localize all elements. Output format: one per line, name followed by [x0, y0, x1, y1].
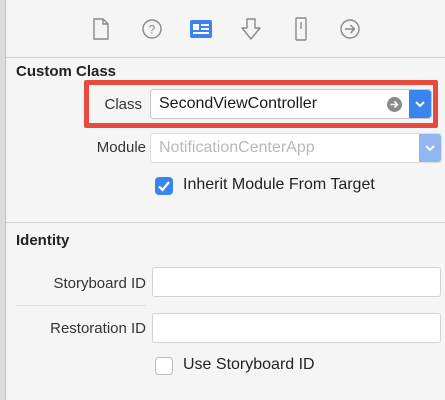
- connections-icon[interactable]: [335, 14, 365, 44]
- use-storyboard-id-label: Use Storyboard ID: [183, 356, 315, 373]
- module-placeholder: NotificationCenterApp: [159, 139, 315, 156]
- storyboard-id-label: Storyboard ID: [53, 275, 146, 292]
- attributes-icon[interactable]: [236, 14, 266, 44]
- chevron-down-icon: [425, 145, 435, 152]
- module-field[interactable]: NotificationCenterApp: [150, 133, 442, 163]
- use-storyboard-id-checkbox[interactable]: [155, 357, 173, 375]
- restoration-id-label: Restoration ID: [50, 320, 146, 337]
- inspector-toolbar: ?: [6, 0, 445, 58]
- highlight-box: [84, 80, 438, 128]
- section-divider: [6, 222, 445, 223]
- svg-text:?: ?: [149, 23, 156, 37]
- inherit-module-label: Inherit Module From Target: [183, 176, 375, 193]
- restoration-id-input[interactable]: [152, 313, 441, 343]
- help-icon[interactable]: ?: [137, 14, 167, 44]
- checkmark-icon: [158, 181, 170, 192]
- size-icon[interactable]: [286, 14, 316, 44]
- file-icon[interactable]: [86, 14, 116, 44]
- inherit-module-checkbox[interactable]: [155, 177, 173, 195]
- panel-edge: [0, 0, 6, 400]
- module-label: Module: [96, 139, 146, 156]
- custom-class-title: Custom Class: [16, 63, 117, 80]
- identity-title: Identity: [16, 232, 70, 249]
- storyboard-id-input[interactable]: [152, 267, 441, 297]
- module-dropdown-button[interactable]: [419, 134, 441, 162]
- identity-icon[interactable]: [186, 14, 216, 44]
- row-divider: [16, 305, 146, 306]
